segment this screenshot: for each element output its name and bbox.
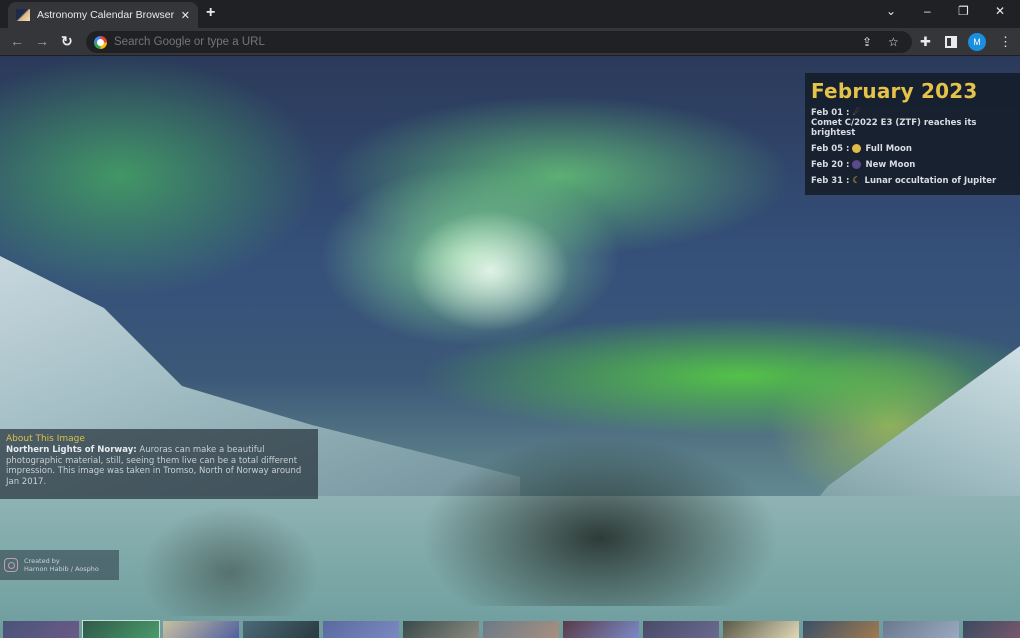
extensions-puzzle-icon[interactable]: ✚ xyxy=(920,34,931,50)
profile-avatar[interactable]: M xyxy=(968,33,986,51)
photo-credit: Created by Harnon Habib / Aospho xyxy=(0,550,119,580)
astronomy-favicon-icon xyxy=(16,9,30,21)
thumb-deep-space[interactable] xyxy=(963,621,1020,638)
calendar-event: Feb 31 : ☾ Lunar occultation of Jupiter xyxy=(811,176,1014,186)
thumb-dark-silhouette[interactable] xyxy=(243,621,319,638)
thumb-galaxy-colorful[interactable] xyxy=(803,621,879,638)
credit-text: Created by Harnon Habib / Aospho xyxy=(24,557,99,573)
restore-icon[interactable]: ❐ xyxy=(958,4,969,18)
new-moon-icon xyxy=(852,160,862,169)
event-text: New Moon xyxy=(865,160,916,170)
comet-icon: ☄ xyxy=(852,108,861,118)
thumbnail-strip xyxy=(0,620,1020,638)
tab-astronomy-calendar[interactable]: Astronomy Calendar Browser Ext ✕ xyxy=(8,2,198,28)
image-title: Northern Lights of Norway: xyxy=(6,445,137,455)
forward-icon[interactable]: → xyxy=(35,33,49,49)
event-text: Lunar occultation of Jupiter xyxy=(864,176,997,186)
thumb-aurora-green[interactable] xyxy=(82,620,160,638)
tab-title: Astronomy Calendar Browser Ext xyxy=(37,9,177,21)
event-date: Feb 05 : xyxy=(811,144,850,154)
thumb-clouds-sunset[interactable] xyxy=(723,621,799,638)
minimize-icon[interactable]: – xyxy=(924,4,931,18)
thumb-galaxy-blue[interactable] xyxy=(323,621,399,638)
back-icon[interactable]: ← xyxy=(10,33,24,49)
thumb-red-nebula[interactable] xyxy=(563,621,639,638)
event-text: Comet C/2022 E3 (ZTF) reaches its bright… xyxy=(811,118,977,138)
menu-kebab-icon[interactable]: ⋮ xyxy=(999,34,1012,50)
event-date: Feb 20 : xyxy=(811,160,850,170)
thumb-milky-way-blue[interactable] xyxy=(883,621,959,638)
thumb-nebula-purple[interactable] xyxy=(3,621,79,638)
calendar-event: Feb 05 : Full Moon xyxy=(811,144,1014,154)
tab-strip: Astronomy Calendar Browser Ext ✕ + ⌄ – ❐… xyxy=(0,0,1020,28)
side-panel-icon[interactable] xyxy=(945,36,957,48)
thumb-dark-moon[interactable] xyxy=(403,621,479,638)
tab-search-icon[interactable]: ⌄ xyxy=(886,4,896,18)
instagram-icon[interactable] xyxy=(4,558,18,572)
astronomy-calendar-panel: February 2023 Feb 01 : ☄ Comet C/2022 E3… xyxy=(805,73,1020,195)
new-tab-icon[interactable]: + xyxy=(206,4,215,22)
thumb-milky-way-light[interactable] xyxy=(483,621,559,638)
about-heading: About This Image xyxy=(6,434,85,444)
reload-icon[interactable]: ↻ xyxy=(61,33,73,50)
share-icon[interactable]: ⇪ xyxy=(862,35,872,49)
about-image-panel: About This Image Northern Lights of Norw… xyxy=(0,429,318,499)
credit-author[interactable]: Harnon Habib / Aospho xyxy=(24,565,99,573)
credit-label: Created by xyxy=(24,557,60,565)
bookmark-star-icon[interactable]: ☆ xyxy=(888,35,899,49)
google-icon xyxy=(94,35,107,49)
omnibox[interactable]: ⇪ ☆ xyxy=(86,31,912,53)
browser-toolbar: ← → ↻ ⇪ ☆ ✚ M ⋮ xyxy=(0,28,1020,56)
thumb-starfield[interactable] xyxy=(643,621,719,638)
new-tab-page: February 2023 Feb 01 : ☄ Comet C/2022 E3… xyxy=(0,56,1020,638)
close-tab-icon[interactable]: ✕ xyxy=(181,9,190,22)
background-trees-left xyxy=(140,506,320,616)
full-moon-icon xyxy=(852,144,862,153)
background-trees xyxy=(420,436,780,606)
thumb-planet-map[interactable] xyxy=(163,621,239,638)
calendar-event: Feb 20 : New Moon xyxy=(811,160,1014,170)
calendar-event: Feb 01 : ☄ Comet C/2022 E3 (ZTF) reaches… xyxy=(811,108,1014,138)
event-text: Full Moon xyxy=(865,144,912,154)
occultation-icon: ☾ xyxy=(852,176,861,186)
about-description: Northern Lights of Norway: Auroras can m… xyxy=(6,445,312,487)
event-date: Feb 01 : xyxy=(811,108,850,118)
calendar-month-title: February 2023 xyxy=(811,79,978,103)
address-input[interactable] xyxy=(114,36,814,48)
event-date: Feb 31 : xyxy=(811,176,850,186)
close-window-icon[interactable]: ✕ xyxy=(995,4,1005,18)
